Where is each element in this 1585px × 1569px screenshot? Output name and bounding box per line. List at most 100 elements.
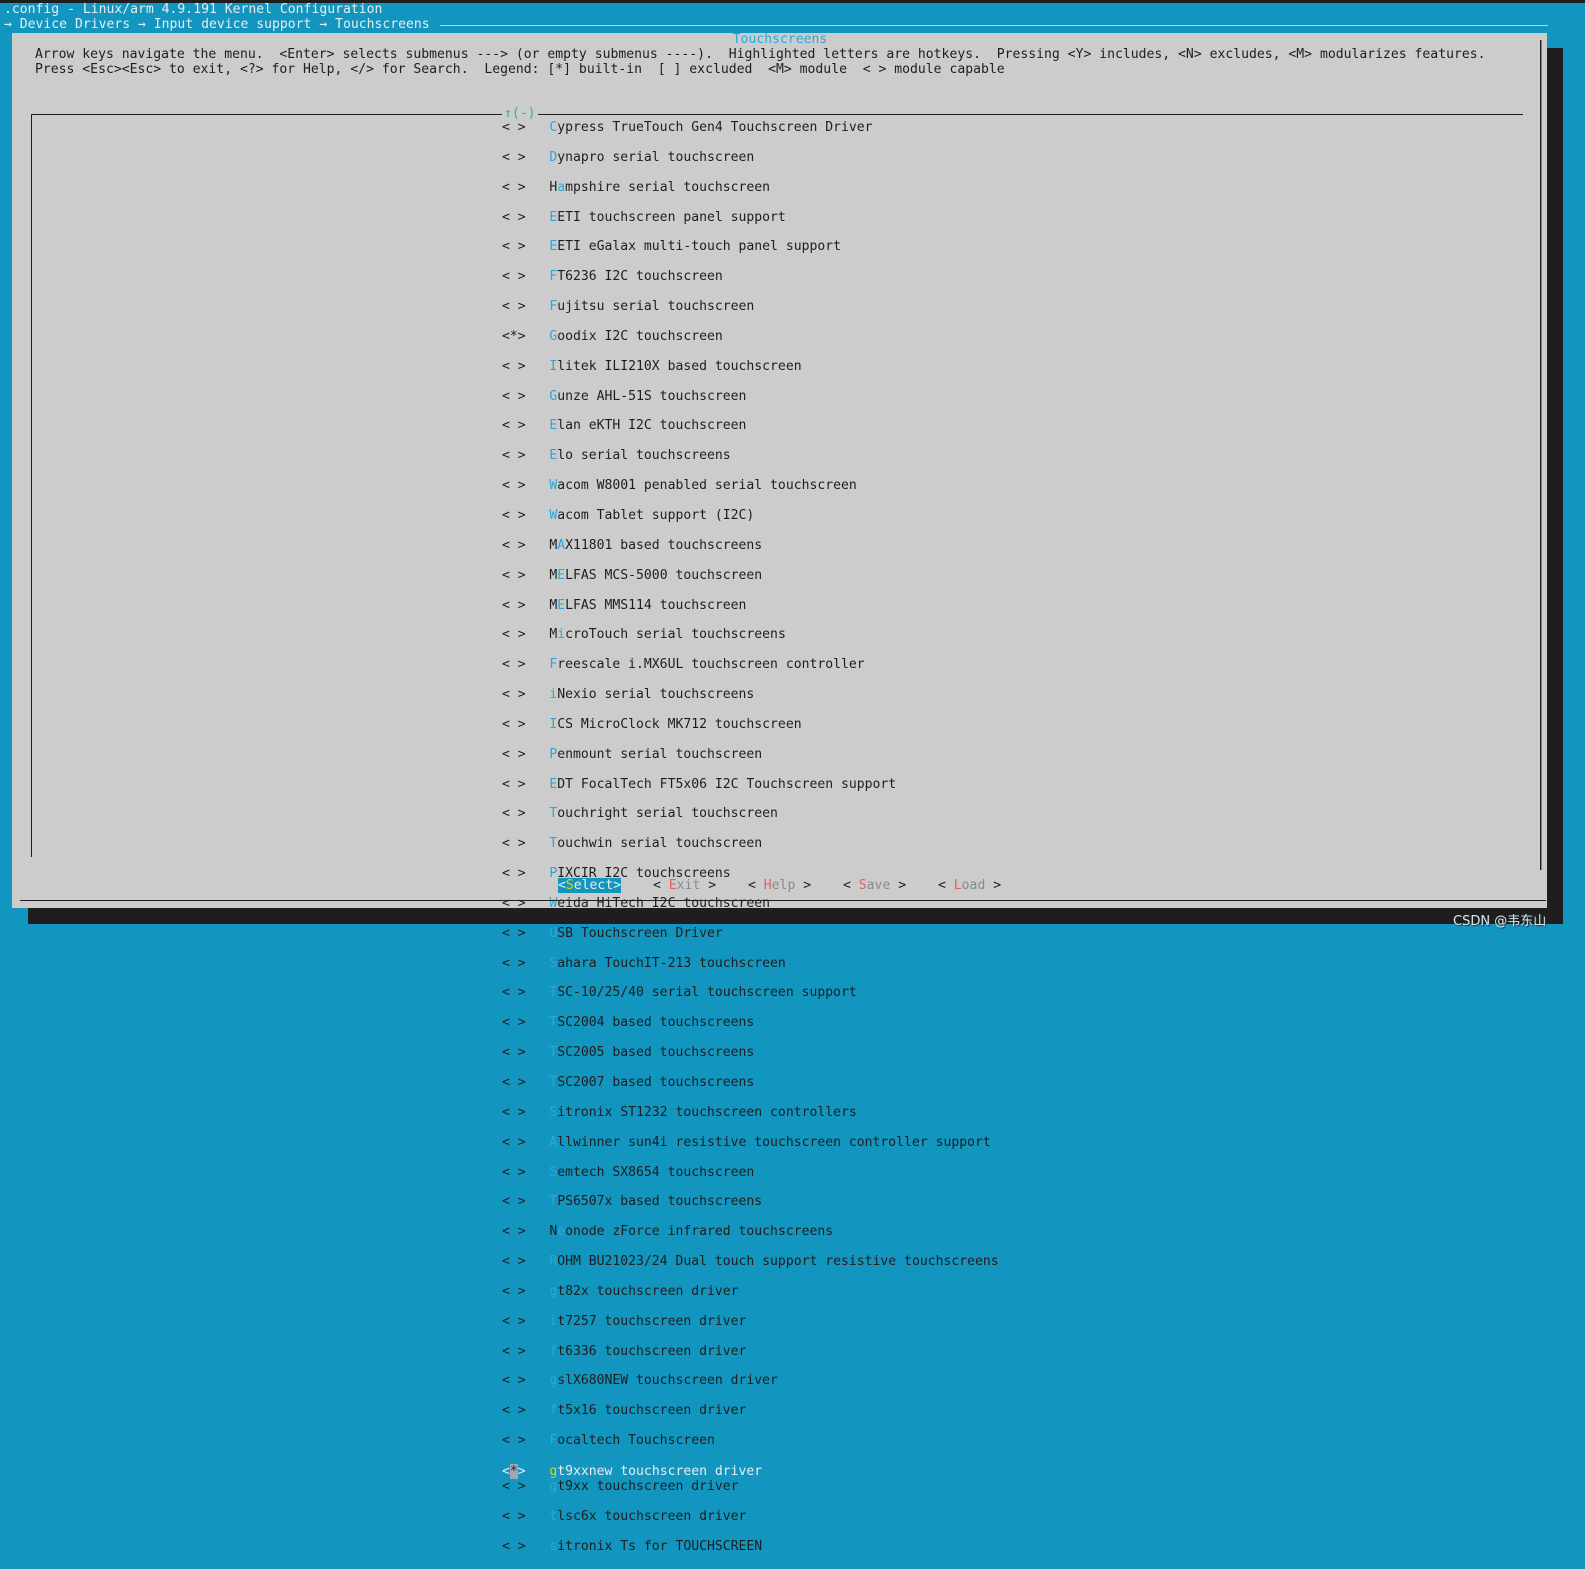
item-state[interactable]: < > — [502, 269, 526, 284]
menu-item[interactable]: < > Allwinner sun4i resistive touchscree… — [502, 1135, 999, 1151]
item-state[interactable]: < > — [502, 508, 526, 523]
menu-item[interactable]: < > Elo serial touchscreens — [502, 448, 999, 464]
item-state[interactable]: < > — [502, 985, 526, 1001]
menu-item[interactable]: < > MAX11801 based touchscreens — [502, 538, 999, 554]
item-state[interactable]: < > — [502, 1015, 526, 1030]
menu-item[interactable]: < > iNexio serial touchscreens — [502, 687, 999, 703]
item-state[interactable]: < > — [502, 1284, 526, 1299]
item-state[interactable]: < > — [502, 568, 526, 583]
item-state[interactable]: < > — [502, 418, 526, 434]
menu-item[interactable]: < > MicroTouch serial touchscreens — [502, 627, 999, 643]
item-state[interactable]: < > — [502, 210, 526, 225]
item-state[interactable]: < > — [502, 478, 526, 493]
item-state[interactable]: < > — [502, 1314, 526, 1329]
menu-item[interactable]: < > Hampshire serial touchscreen — [502, 180, 999, 196]
menu-item[interactable]: < > MELFAS MCS-5000 touchscreen — [502, 568, 999, 584]
item-state[interactable]: < > — [502, 1539, 526, 1554]
menu-item[interactable]: < > ft5x16 touchscreen driver — [502, 1403, 999, 1419]
item-state[interactable]: < > — [502, 150, 526, 165]
menu-item[interactable]: < > Sitronix ST1232 touchscreen controll… — [502, 1105, 999, 1121]
item-state[interactable]: < > — [502, 538, 526, 553]
item-state[interactable]: < > — [502, 1075, 526, 1090]
item-state[interactable]: < > — [502, 598, 526, 613]
item-state[interactable]: < > — [502, 1254, 526, 1269]
item-state[interactable]: < > — [502, 836, 526, 851]
menu-item[interactable]: < > EETI eGalax multi-touch panel suppor… — [502, 239, 999, 255]
item-state[interactable]: < > — [502, 448, 526, 463]
scroll-up-indicator[interactable]: ↑(-) — [502, 106, 538, 121]
menu-item[interactable]: < > FT6236 I2C touchscreen — [502, 269, 999, 285]
item-state[interactable]: < > — [502, 1194, 526, 1209]
item-state[interactable]: < > — [502, 1509, 526, 1524]
item-state[interactable]: < > — [502, 239, 526, 254]
item-state[interactable]: < > — [502, 299, 526, 314]
item-state[interactable]: < > — [502, 1373, 526, 1389]
menu-item[interactable]: < > gslX680NEW touchscreen driver — [502, 1374, 999, 1389]
menu-item[interactable]: < > USB Touchscreen Driver — [502, 926, 999, 942]
item-state[interactable]: < > — [502, 717, 526, 732]
item-state[interactable]: < > — [502, 1433, 526, 1448]
item-state[interactable]: < > — [502, 1045, 526, 1060]
menu-item[interactable]: < > TPS6507x based touchscreens — [502, 1194, 999, 1210]
menu-item[interactable]: <*> Goodix I2C touchscreen — [502, 329, 999, 345]
item-state[interactable]: < > — [502, 687, 526, 702]
item-state[interactable]: < > — [502, 359, 526, 374]
menu-item[interactable]: < > Wacom W8001 penabled serial touchscr… — [502, 478, 999, 494]
item-state[interactable]: < > — [502, 389, 526, 404]
menu-item[interactable]: < > it7257 touchscreen driver — [502, 1314, 999, 1330]
menu-item[interactable]: < > gt9xx touchscreen driver — [502, 1479, 999, 1495]
item-state[interactable]: < > — [502, 180, 526, 195]
menu-item[interactable]: < > TSC2004 based touchscreens — [502, 1015, 999, 1031]
help-button[interactable]: < Help > — [748, 878, 811, 893]
menu-item[interactable]: < > Touchwin serial touchscreen — [502, 836, 999, 852]
menu-item[interactable]: < > Dynapro serial touchscreen — [502, 150, 999, 166]
item-state[interactable]: < > — [502, 956, 526, 971]
menu-item[interactable]: < > Cypress TrueTouch Gen4 Touchscreen D… — [502, 120, 999, 136]
menu-item[interactable]: < > ft6336 touchscreen driver — [502, 1344, 999, 1360]
item-state[interactable]: < > — [502, 926, 526, 941]
save-button[interactable]: < Save > — [843, 878, 906, 893]
item-state[interactable]: < > — [502, 747, 526, 762]
menu-item[interactable]: < > MELFAS MMS114 touchscreen — [502, 598, 999, 614]
menu-item[interactable]: < > Wacom Tablet support (I2C) — [502, 508, 999, 524]
item-state[interactable]: < > — [502, 1105, 526, 1120]
item-state[interactable]: < > — [502, 1135, 526, 1150]
menu-item[interactable]: < > ICS MicroClock MK712 touchscreen — [502, 717, 999, 733]
item-state[interactable]: < > — [502, 1479, 526, 1494]
menu-item[interactable]: < > TSC-10/25/40 serial touchscreen supp… — [502, 986, 999, 1001]
menu-item[interactable]: < > Penmount serial touchscreen — [502, 747, 999, 763]
select-button[interactable]: <Select> — [558, 878, 622, 893]
menu-item[interactable]: < > gt82x touchscreen driver — [502, 1284, 999, 1300]
menu-item[interactable]: < > Neonode zForce infrared touchscreens — [502, 1224, 999, 1240]
menu-item[interactable]: < > Ilitek ILI210X based touchscreen — [502, 359, 999, 375]
menu-item[interactable]: < > TSC2005 based touchscreens — [502, 1045, 999, 1061]
item-state[interactable]: < > — [502, 777, 526, 792]
menu-item[interactable]: < > Touchright serial touchscreen — [502, 806, 999, 822]
menu-item[interactable]: < > TSC2007 based touchscreens — [502, 1075, 999, 1091]
menu-item[interactable]: < > Sahara TouchIT-213 touchscreen — [502, 956, 999, 972]
item-state[interactable]: < > — [502, 1344, 526, 1359]
item-state[interactable]: < > — [502, 866, 526, 881]
item-state[interactable]: <*> — [502, 1463, 526, 1479]
item-state[interactable]: <*> — [502, 329, 526, 344]
item-state[interactable]: < > — [502, 1224, 526, 1239]
item-state[interactable]: < > — [502, 1403, 526, 1418]
menu-item[interactable]: < > Freescale i.MX6UL touchscreen contro… — [502, 657, 999, 673]
item-state[interactable]: < > — [502, 1165, 526, 1180]
menu-item[interactable]: < > Gunze AHL-51S touchscreen — [502, 389, 999, 405]
menu-item[interactable]: < > ROHM BU21023/24 Dual touch support r… — [502, 1254, 999, 1270]
item-state[interactable]: < > — [502, 806, 526, 821]
menu-item[interactable]: < > sitronix Ts for TOUCHSCREEN — [502, 1539, 999, 1555]
item-state[interactable]: < > — [502, 657, 526, 672]
menu-item[interactable]: < > EETI touchscreen panel support — [502, 210, 999, 226]
item-state[interactable]: < > — [502, 627, 526, 642]
item-state[interactable]: < > — [502, 120, 526, 135]
exit-button[interactable]: < Exit > — [653, 878, 716, 893]
menu-item[interactable]: < > Focaltech Touchscreen — [502, 1433, 999, 1449]
menu-item[interactable]: <*> gt9xxnew touchscreen driver — [502, 1463, 763, 1480]
menu-item[interactable]: < > Semtech SX8654 touchscreen — [502, 1165, 999, 1181]
menu-item[interactable]: < > tlsc6x touchscreen driver — [502, 1509, 999, 1525]
menu-item[interactable]: < > Elan eKTH I2C touchscreen — [502, 419, 999, 434]
load-button[interactable]: < Load > — [938, 878, 1001, 893]
menu-item[interactable]: < > Fujitsu serial touchscreen — [502, 299, 999, 315]
